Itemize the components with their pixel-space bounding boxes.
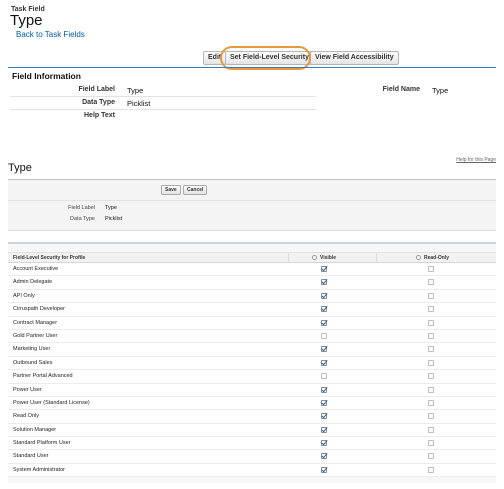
profile-name: Read Only [13,413,39,420]
table-row: Power User [8,383,496,397]
visible-checkbox[interactable] [321,386,327,393]
profile-name: Partner Portal Advanced [13,373,73,380]
read-only-checkbox[interactable] [428,306,434,313]
table-header: Field-Level Security for Profile Visible… [8,252,496,264]
field-detail-panel: Task Field Type Back to Task Fields Edit… [0,0,504,128]
profile-name: Outbound Sales [13,359,53,366]
table-row: Marketing User [8,343,496,357]
profile-name: Gold Partner User [13,332,58,339]
profile-name: Power User (Standard License) [13,399,90,406]
read-only-checkbox[interactable] [428,466,434,473]
table-row: Outbound Sales [8,356,496,371]
save-button[interactable]: Save [161,185,181,195]
fls-page-title: Type [8,162,32,174]
profile-name: Account Executive [13,266,59,272]
profile-name: Standard Platform User [13,440,71,447]
field-label-value: Type [127,86,144,95]
profile-name: System Administrator [13,466,65,473]
visible-checkbox[interactable] [321,266,327,272]
table-row: API Only [8,289,496,304]
visible-checkbox[interactable] [321,440,327,447]
table-row: Account Executive [8,263,496,277]
field-label-label: Field Label [78,86,115,93]
visible-checkbox[interactable] [321,399,327,406]
read-only-checkbox[interactable] [428,413,434,420]
profile-column-header: Field-Level Security for Profile [13,255,86,261]
visible-checkbox[interactable] [321,346,327,353]
visible-checkbox[interactable] [321,359,327,366]
cancel-button[interactable]: Cancel [183,185,208,195]
visible-checkbox[interactable] [321,466,327,473]
table-row: Read Only [8,410,496,424]
table-row: Standard User [8,450,496,464]
profile-name: Cirruspath Developer [13,306,65,313]
read-only-checkbox[interactable] [428,373,434,380]
table-row: System Administrator [8,463,496,478]
table-row: Cirruspath Developer [8,303,496,317]
field-level-security-panel: Type Help for this Page Save Cancel Fiel… [8,157,496,483]
field-name-label: Field Name [382,86,420,93]
profile-name: Power User [13,386,42,393]
read-only-checkbox[interactable] [428,319,434,326]
visible-column-header: Visible [320,255,337,261]
row-divider [10,109,316,110]
visible-checkbox[interactable] [321,426,327,433]
data-type-value: Picklist [127,99,151,108]
section-title: Field Information [12,71,81,81]
visible-checkbox[interactable] [321,332,327,339]
read-only-checkbox[interactable] [428,386,434,393]
help-link[interactable]: Help for this Page [456,157,496,163]
fls-form: Save Cancel Field Label Type Data Type P… [8,180,496,231]
read-only-checkbox[interactable] [428,279,434,286]
table-row: Partner Portal Advanced [8,370,496,384]
read-only-checkbox[interactable] [428,440,434,447]
data-type-label: Data Type [82,99,115,106]
read-only-checkbox[interactable] [428,359,434,366]
read-only-checkbox[interactable] [428,346,434,353]
read-only-checkbox[interactable] [428,426,434,433]
read-only-checkbox[interactable] [428,266,434,272]
section-divider [8,67,496,68]
help-text-label: Help Text [84,112,115,119]
profile-name: Marketing User [13,346,51,353]
visible-checkbox[interactable] [321,306,327,313]
back-to-task-fields-link[interactable]: Back to Task Fields [16,30,85,39]
field-name-value: Type [432,86,449,95]
table-row: Standard Platform User [8,437,496,451]
table-row: Gold Partner User [8,329,496,344]
read-only-column-header: Read-Only [424,255,450,261]
table-row: Solution Manager [8,423,496,438]
profile-name: Standard User [13,453,49,460]
visible-checkbox[interactable] [321,292,327,299]
visible-checkbox[interactable] [321,413,327,420]
read-only-checkbox[interactable] [428,292,434,299]
fls-table: Field-Level Security for Profile Visible… [8,242,496,483]
profile-name: Admin Delegate [13,279,53,286]
read-only-checkbox[interactable] [428,453,434,460]
form-divider [8,200,496,201]
fls-data-type-label: Data Type [70,216,95,222]
row-divider [10,96,316,97]
read-only-checkbox[interactable] [428,332,434,339]
table-row: Admin Delegate [8,276,496,290]
visible-checkbox[interactable] [321,373,327,380]
visible-all-radio[interactable] [312,255,317,260]
visible-checkbox[interactable] [321,279,327,286]
read-only-checkbox[interactable] [428,399,434,406]
table-row: Power User (Standard License) [8,396,496,411]
read-only-all-radio[interactable] [416,255,421,260]
profile-name: API Only [13,292,35,299]
view-field-accessibility-button[interactable]: View Field Accessibility [310,51,399,65]
fls-data-type-value: Picklist [105,216,123,222]
visible-checkbox[interactable] [321,453,327,460]
fls-field-label-value: Type [105,205,117,211]
fls-field-label-label: Field Label [68,205,95,211]
page-title: Type [10,12,43,29]
profile-name: Solution Manager [13,426,57,433]
visible-checkbox[interactable] [321,319,327,326]
table-row: Contract Manager [8,316,496,330]
table-body: Account Executive Admin Delegate API Only C… [8,263,496,478]
profile-name: Contract Manager [13,319,58,326]
